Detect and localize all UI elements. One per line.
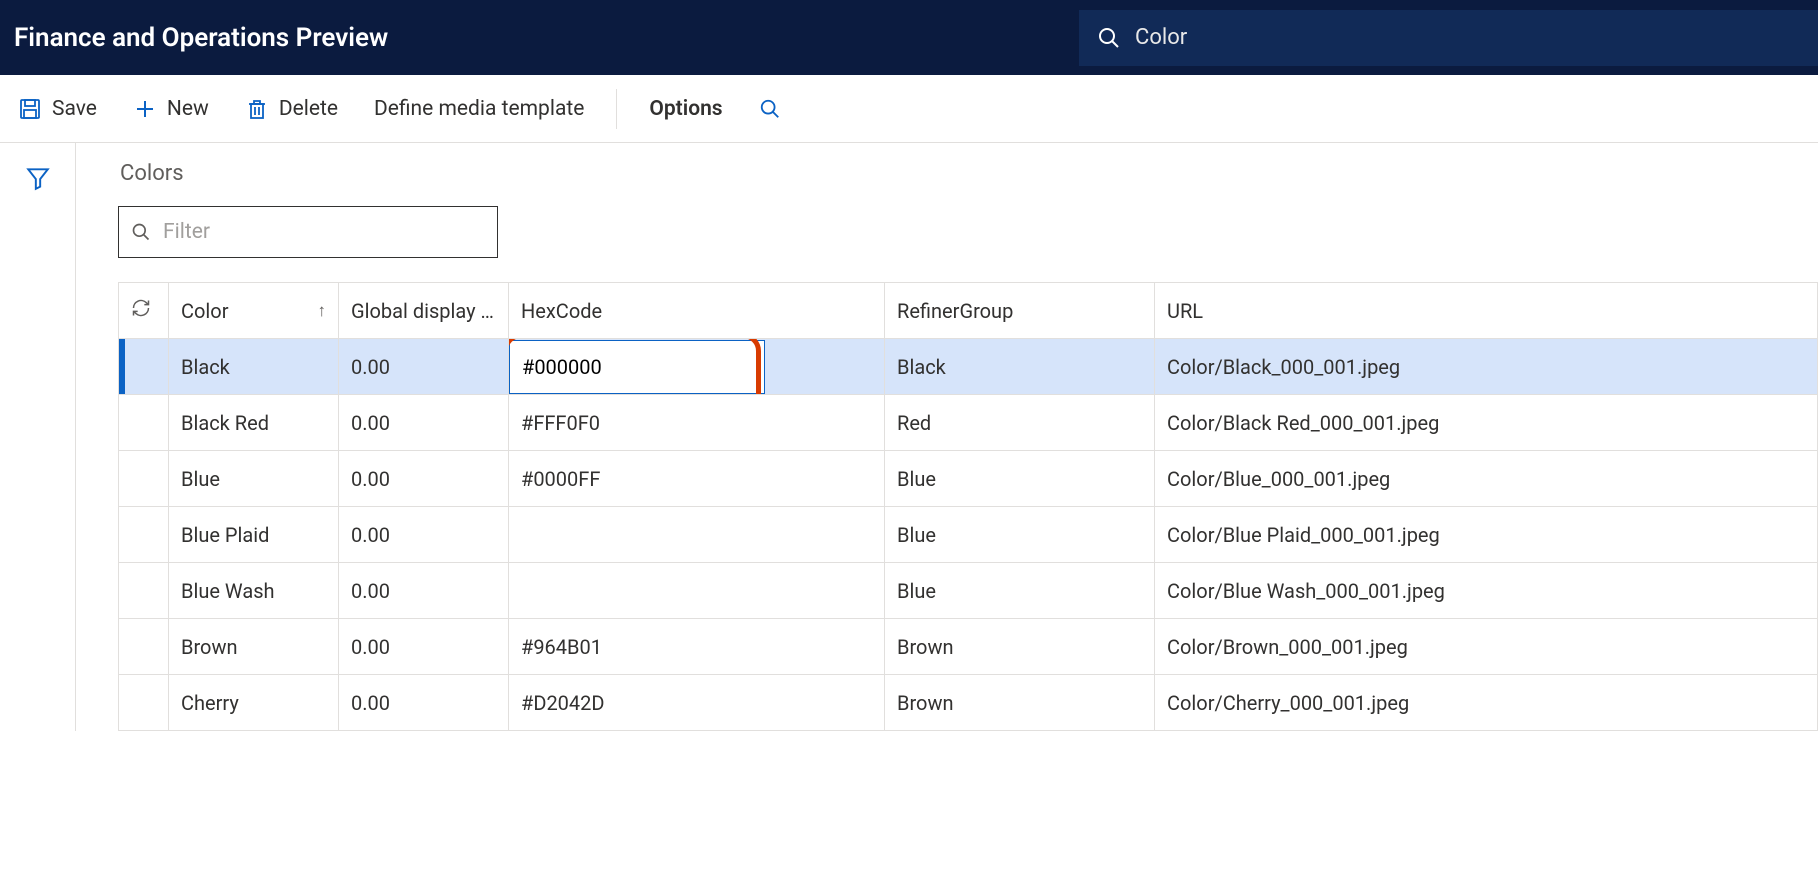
cell-global-display-order[interactable]: 0.00 bbox=[339, 339, 509, 395]
table-row[interactable]: Black0.00BlackColor/Black_000_001.jpeg bbox=[119, 339, 1818, 395]
cell-hexcode[interactable]: #D2042D bbox=[509, 675, 885, 731]
toolbar-search-button[interactable] bbox=[755, 92, 785, 126]
global-search[interactable]: Color bbox=[1078, 10, 1818, 66]
left-rail bbox=[0, 143, 76, 731]
cell-url[interactable]: Color/Blue Wash_000_001.jpeg bbox=[1155, 563, 1818, 619]
define-media-label: Define media template bbox=[374, 97, 584, 121]
search-icon bbox=[1097, 26, 1121, 50]
define-media-button[interactable]: Define media template bbox=[370, 91, 588, 127]
cell-refiner-group[interactable]: Red bbox=[885, 395, 1155, 451]
cell-global-display-order[interactable]: 0.00 bbox=[339, 507, 509, 563]
new-label: New bbox=[167, 97, 209, 121]
search-icon bbox=[759, 98, 781, 120]
cell-color[interactable]: Blue Wash bbox=[169, 563, 339, 619]
cell-url[interactable]: Color/Black Red_000_001.jpeg bbox=[1155, 395, 1818, 451]
colors-grid: Color ↑ Global display ... HexCode Refin… bbox=[118, 282, 1818, 731]
cell-url[interactable]: Color/Blue_000_001.jpeg bbox=[1155, 451, 1818, 507]
cell-global-display-order[interactable]: 0.00 bbox=[339, 619, 509, 675]
table-row[interactable]: Cherry0.00#D2042DBrownColor/Cherry_000_0… bbox=[119, 675, 1818, 731]
save-button[interactable]: Save bbox=[14, 91, 101, 127]
delete-button[interactable]: Delete bbox=[241, 91, 342, 127]
table-row[interactable]: Blue Plaid0.00 BlueColor/Blue Plaid_000_0… bbox=[119, 507, 1818, 563]
row-selector[interactable] bbox=[119, 619, 169, 675]
cell-global-display-order[interactable]: 0.00 bbox=[339, 675, 509, 731]
search-icon bbox=[131, 222, 151, 242]
column-color[interactable]: Color ↑ bbox=[169, 283, 339, 339]
cell-color[interactable]: Brown bbox=[169, 619, 339, 675]
cell-hexcode[interactable] bbox=[509, 339, 885, 395]
table-row[interactable]: Blue0.00#0000FFBlueColor/Blue_000_001.jp… bbox=[119, 451, 1818, 507]
save-icon bbox=[18, 97, 42, 121]
save-label: Save bbox=[52, 97, 97, 121]
main-content: Colors Filter Color ↑ Global disp bbox=[76, 143, 1818, 731]
cell-refiner-group[interactable]: Blue bbox=[885, 451, 1155, 507]
refresh-icon bbox=[131, 298, 151, 318]
table-row[interactable]: Black Red0.00#FFF0F0RedColor/Black Red_0… bbox=[119, 395, 1818, 451]
cell-global-display-order[interactable]: 0.00 bbox=[339, 395, 509, 451]
grid-filter-placeholder: Filter bbox=[163, 220, 210, 244]
filter-pane-button[interactable] bbox=[25, 165, 51, 731]
cell-url[interactable]: Color/Black_000_001.jpeg bbox=[1155, 339, 1818, 395]
options-button[interactable]: Options bbox=[645, 91, 726, 127]
column-global-display-order[interactable]: Global display ... bbox=[339, 283, 509, 339]
grid-filter-input[interactable]: Filter bbox=[118, 206, 498, 258]
cell-url[interactable]: Color/Cherry_000_001.jpeg bbox=[1155, 675, 1818, 731]
column-url[interactable]: URL bbox=[1155, 283, 1818, 339]
cell-hexcode[interactable]: #0000FF bbox=[509, 451, 885, 507]
row-selector[interactable] bbox=[119, 675, 169, 731]
cell-hexcode[interactable] bbox=[509, 507, 885, 563]
row-selector[interactable] bbox=[119, 339, 169, 395]
page-subtitle: Colors bbox=[120, 161, 1818, 186]
sort-asc-icon: ↑ bbox=[318, 301, 327, 321]
cell-refiner-group[interactable]: Blue bbox=[885, 563, 1155, 619]
hexcode-input[interactable] bbox=[509, 340, 765, 394]
funnel-icon bbox=[25, 165, 51, 191]
delete-label: Delete bbox=[279, 97, 338, 121]
trash-icon bbox=[245, 97, 269, 121]
cell-color[interactable]: Blue bbox=[169, 451, 339, 507]
cell-color[interactable]: Black Red bbox=[169, 395, 339, 451]
app-title: Finance and Operations Preview bbox=[0, 23, 388, 53]
cell-url[interactable]: Color/Brown_000_001.jpeg bbox=[1155, 619, 1818, 675]
row-selector[interactable] bbox=[119, 451, 169, 507]
cell-color[interactable]: Black bbox=[169, 339, 339, 395]
cell-color[interactable]: Blue Plaid bbox=[169, 507, 339, 563]
table-row[interactable]: Brown0.00#964B01BrownColor/Brown_000_001… bbox=[119, 619, 1818, 675]
cell-color[interactable]: Cherry bbox=[169, 675, 339, 731]
cell-hexcode[interactable] bbox=[509, 563, 885, 619]
column-refiner-group[interactable]: RefinerGroup bbox=[885, 283, 1155, 339]
table-row[interactable]: Blue Wash0.00 BlueColor/Blue Wash_000_001… bbox=[119, 563, 1818, 619]
cell-hexcode[interactable]: #FFF0F0 bbox=[509, 395, 885, 451]
options-label: Options bbox=[649, 97, 722, 121]
cell-refiner-group[interactable]: Brown bbox=[885, 619, 1155, 675]
plus-icon bbox=[133, 97, 157, 121]
cell-refiner-group[interactable]: Black bbox=[885, 339, 1155, 395]
cell-refiner-group[interactable]: Brown bbox=[885, 675, 1155, 731]
cell-url[interactable]: Color/Blue Plaid_000_001.jpeg bbox=[1155, 507, 1818, 563]
new-button[interactable]: New bbox=[129, 91, 213, 127]
global-search-text: Color bbox=[1135, 25, 1187, 50]
cell-refiner-group[interactable]: Blue bbox=[885, 507, 1155, 563]
row-selector[interactable] bbox=[119, 395, 169, 451]
row-selector[interactable] bbox=[119, 563, 169, 619]
toolbar-divider bbox=[616, 89, 617, 129]
column-hexcode[interactable]: HexCode bbox=[509, 283, 885, 339]
action-toolbar: Save New Delete Define media template Op… bbox=[0, 75, 1818, 143]
app-header: Finance and Operations Preview Color bbox=[0, 0, 1818, 75]
cell-global-display-order[interactable]: 0.00 bbox=[339, 563, 509, 619]
column-refresh[interactable] bbox=[119, 283, 169, 339]
row-selector[interactable] bbox=[119, 507, 169, 563]
cell-hexcode[interactable]: #964B01 bbox=[509, 619, 885, 675]
cell-global-display-order[interactable]: 0.00 bbox=[339, 451, 509, 507]
